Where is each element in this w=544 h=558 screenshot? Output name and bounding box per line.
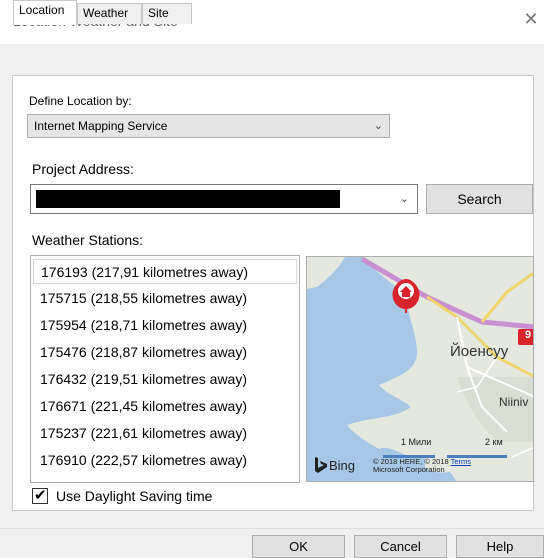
list-item[interactable]: 176193 (217,91 kilometres away) (33, 259, 297, 284)
search-button[interactable]: Search (426, 184, 533, 214)
project-address-label: Project Address: (32, 161, 134, 177)
map-copyright: © 2018 HERE, © 2018 Terms Microsoft Corp… (373, 458, 513, 474)
map-scale-miles: 1 Мили (401, 437, 432, 447)
define-location-value: Internet Mapping Service (34, 119, 168, 133)
list-item[interactable]: 176910 (222,57 kilometres away) (33, 448, 297, 473)
weather-stations-list[interactable]: 176193 (217,91 kilometres away) 175715 (… (30, 255, 300, 483)
help-button[interactable]: Help (456, 535, 544, 558)
chevron-down-icon: ⌄ (399, 192, 409, 205)
project-address-combo[interactable]: ⌄ (30, 184, 418, 214)
cancel-button[interactable]: Cancel (354, 535, 447, 558)
chevron-down-icon: ⌄ (373, 120, 383, 132)
location-map[interactable]: 9 Йоенсуу Niiniv 1 Мили 2 км Bing © 2018… (306, 256, 534, 482)
list-item[interactable]: 176671 (221,45 kilometres away) (33, 394, 297, 419)
weather-stations-label: Weather Stations: (32, 232, 144, 248)
map-city-label: Йоенсуу (450, 343, 509, 360)
map-scale-km: 2 км (485, 437, 503, 447)
close-icon[interactable]: ✕ (521, 10, 541, 30)
tab-location[interactable]: Location (13, 0, 77, 25)
map-terms-link[interactable]: Terms (451, 457, 471, 466)
tab-site[interactable]: Site (142, 3, 192, 24)
tab-weather[interactable]: Weather (77, 3, 142, 24)
map-place-label: Niiniv (499, 395, 529, 409)
define-location-label: Define Location by: (29, 94, 132, 108)
list-item[interactable]: 175237 (221,61 kilometres away) (33, 421, 297, 446)
daylight-saving-label: Use Daylight Saving time (56, 488, 213, 504)
redacted-address (36, 190, 340, 208)
checkmark-icon: ✔ (34, 486, 47, 504)
list-item[interactable]: 175954 (218,71 kilometres away) (33, 313, 297, 338)
ok-button[interactable]: OK (252, 535, 345, 558)
footer-separator (0, 528, 544, 529)
list-item[interactable]: 175715 (218,55 kilometres away) (33, 286, 297, 311)
map-copyright-line2: Microsoft Corporation (373, 465, 445, 474)
define-location-select[interactable]: Internet Mapping Service ⌄ (27, 114, 390, 138)
daylight-saving-checkbox[interactable]: ✔ (32, 486, 48, 504)
list-item[interactable]: 176432 (219,51 kilometres away) (33, 367, 297, 392)
road-number-label: 9 (525, 329, 532, 341)
list-item[interactable]: 175476 (218,87 kilometres away) (33, 340, 297, 365)
map-graphic (307, 257, 533, 481)
bing-logo-text: Bing (329, 458, 356, 473)
